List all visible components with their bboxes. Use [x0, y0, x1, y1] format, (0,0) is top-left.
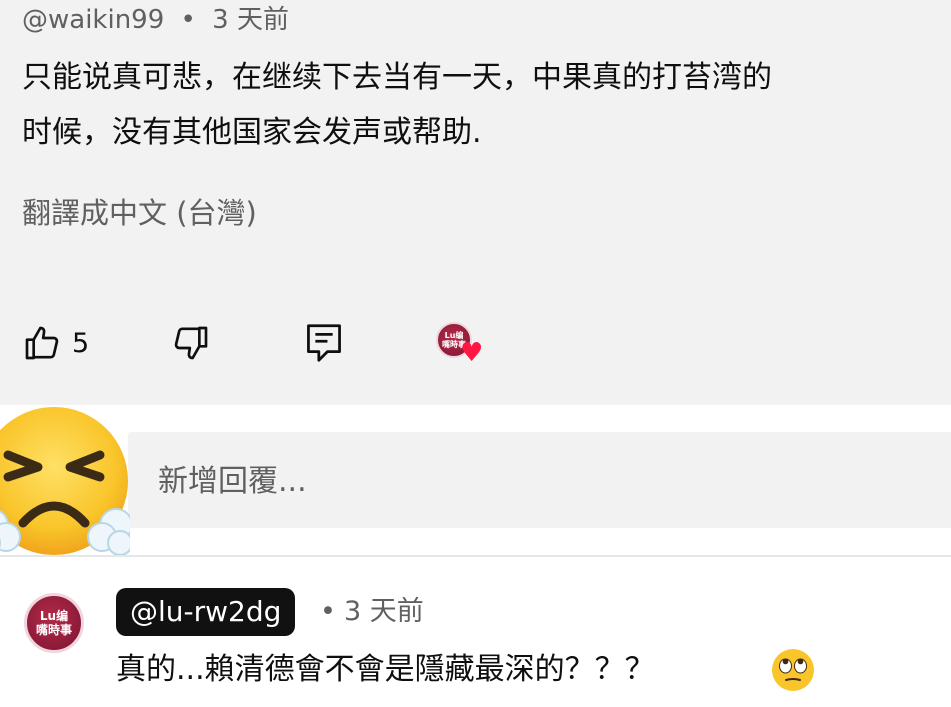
comment-timestamp: 3 天前	[212, 5, 289, 35]
like-count: 5	[72, 327, 90, 359]
comment-header: @waikin99 • 3 天前	[22, 2, 289, 38]
comment-text-line: 只能说真可悲，在继续下去当有一天，中果真的打苔湾的	[22, 60, 772, 95]
persevering-face-emoji-icon	[0, 407, 130, 556]
comment-actions: 5 Lu编 嘴時事 ♥	[0, 318, 951, 368]
separator-dot: •	[180, 5, 196, 35]
rolling-eyes-emoji-icon	[772, 649, 814, 691]
comment-author[interactable]: @waikin99	[22, 5, 164, 35]
comment-card: @waikin99 • 3 天前 只能说真可悲，在继续下去当有一天，中果真的打苔…	[0, 0, 951, 405]
reply-text: 真的...賴清德會不會是隱藏最深的？？？	[116, 652, 655, 687]
reply-comment: Lu编 嘴時事 @lu-rw2dg • 3 天前 真的...賴清德會不會是隱藏最深…	[0, 557, 951, 707]
reply-comment-icon	[307, 324, 341, 362]
separator-dot: •	[320, 596, 336, 627]
reply-area: 新增回覆...	[0, 405, 951, 556]
comment-body: 只能说真可悲，在继续下去当有一天，中果真的打苔湾的 时候，没有其他国家会发声或帮…	[22, 50, 951, 160]
reply-time: • 3 天前	[320, 588, 424, 636]
creator-heart: Lu编 嘴時事 ♥	[436, 318, 486, 368]
like-button[interactable]: 5	[22, 318, 89, 368]
reply-timestamp: 3 天前	[343, 596, 424, 627]
channel-avatar[interactable]: Lu编 嘴時事	[24, 593, 84, 653]
thumbs-down-icon	[174, 326, 208, 360]
reply-button[interactable]	[305, 318, 343, 368]
reply-input[interactable]: 新增回覆...	[128, 432, 951, 528]
thumbs-up-icon	[25, 326, 59, 360]
heart-icon: ♥	[460, 338, 484, 368]
reply-author-chip[interactable]: @lu-rw2dg	[116, 588, 296, 636]
translate-link[interactable]: 翻譯成中文 (台灣)	[22, 193, 257, 233]
dislike-button[interactable]	[171, 318, 211, 368]
creator-heart-badge: Lu编 嘴時事 ♥	[436, 318, 486, 368]
comment-text-line: 时候，没有其他国家会发声或帮助.	[22, 115, 482, 150]
